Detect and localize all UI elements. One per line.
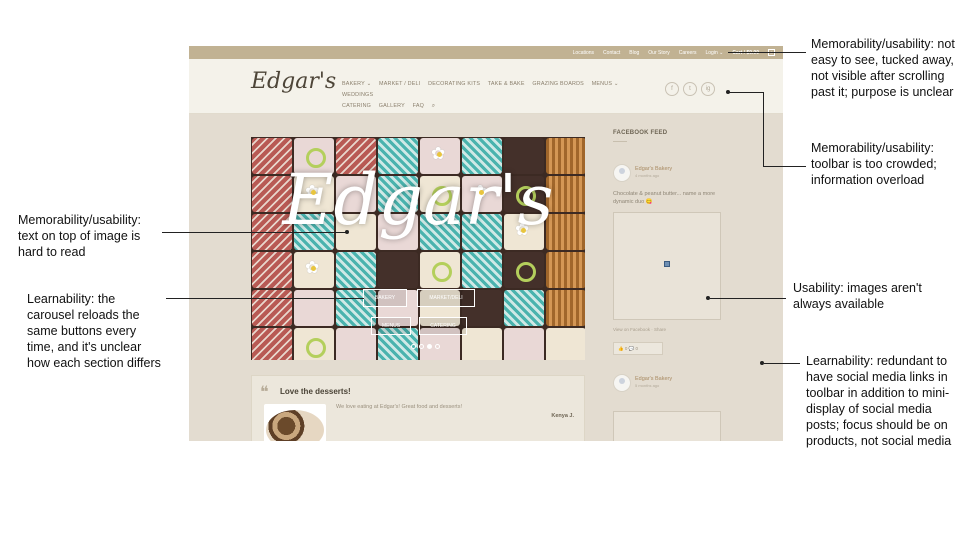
nav-item-menus[interactable]: MENUS ⌄ (592, 81, 619, 87)
topbar-link-careers[interactable]: Careers (679, 50, 697, 56)
facebook-icon[interactable]: f (665, 82, 679, 96)
post-image-placeholder (613, 212, 721, 320)
nav-item-market-deli[interactable]: MARKET / DELI (379, 81, 420, 87)
hero-carousel[interactable]: Edgar's BAKERY MARKET/DELI MENUS CATERIN… (251, 137, 585, 360)
annotation-line-topbar (728, 52, 806, 53)
main-nav: BAKERY ⌄ MARKET / DELI DECORATING KITS T… (342, 79, 662, 112)
testimonial-title: Love the desserts! (280, 387, 351, 396)
hero-script-title: Edgar's (282, 159, 554, 241)
nav-item-catering[interactable]: CATERING (342, 103, 371, 109)
testimonial-photo (264, 404, 326, 441)
nav-item-gallery[interactable]: GALLERY (379, 103, 405, 109)
carousel-dot[interactable] (419, 344, 424, 349)
carousel-dots (411, 344, 440, 349)
carousel-dot[interactable] (411, 344, 416, 349)
carousel-dot[interactable] (435, 344, 440, 349)
facebook-feed-title: FACEBOOK FEED (613, 130, 668, 136)
annotation-line-carousel (166, 298, 364, 299)
post-time: 5 months ago (635, 383, 660, 388)
hero-button-bakery[interactable]: BAKERY (363, 289, 407, 307)
annotation-line-toolbar-a (728, 92, 764, 93)
nav-item-bakery[interactable]: BAKERY ⌄ (342, 81, 371, 87)
annotation-carousel: Learnability: the carousel reloads the s… (27, 292, 161, 370)
annotation-images: Usability: images aren't always availabl… (793, 281, 922, 311)
hero-button-menus[interactable]: MENUS (371, 317, 411, 335)
site-logo[interactable]: Edgar's (251, 69, 336, 94)
annotation-toolbar: Memorability/usability: toolbar is too c… (811, 141, 937, 187)
quote-icon: ❝ (260, 382, 269, 401)
annotation-line-hero-text (162, 232, 347, 233)
search-icon[interactable]: ⌕ (432, 103, 436, 109)
annotation-line-toolbar-c (763, 166, 806, 167)
post-image-placeholder (613, 411, 721, 441)
annotation-hero-text: Memorability/usability: text on top of i… (18, 213, 141, 259)
broken-image-icon (664, 261, 670, 267)
title-divider (613, 141, 627, 142)
avatar (613, 164, 631, 182)
annotation-line-social (764, 363, 800, 364)
twitter-icon[interactable]: t (683, 82, 697, 96)
top-utility-bar: Locations Contact Blog Our Story Careers… (189, 46, 783, 59)
topbar-link-blog[interactable]: Blog (629, 50, 639, 56)
facebook-post: Edgar's Bakery 4 months ago Chocolate & … (613, 164, 723, 334)
annotation-topbar: Memorability/usability: not easy to see,… (811, 37, 955, 99)
main-header: Edgar's BAKERY ⌄ MARKET / DELI DECORATIN… (189, 59, 783, 114)
facebook-post: Edgar's Bakery 5 months ago (613, 374, 723, 441)
annotation-line-images (710, 298, 786, 299)
post-actions[interactable]: 👍 0 💬 0 (613, 342, 663, 355)
topbar-link-our-story[interactable]: Our Story (648, 50, 669, 56)
nav-item-grazing-boards[interactable]: GRAZING BOARDS (532, 81, 584, 87)
testimonial-author: Kenya J. (551, 413, 574, 419)
post-time: 4 months ago (635, 173, 660, 178)
post-message: Chocolate & peanut butter... name a more… (613, 191, 716, 205)
instagram-icon[interactable]: ig (701, 82, 715, 96)
nav-item-take-bake[interactable]: TAKE & BAKE (488, 81, 525, 87)
nav-item-weddings[interactable]: WEDDINGS (342, 92, 373, 98)
post-author[interactable]: Edgar's Bakery (635, 376, 672, 382)
social-icons: f t ig (665, 82, 715, 96)
post-links[interactable]: View on Facebook · Share (613, 327, 666, 332)
nav-item-faq[interactable]: FAQ (413, 103, 424, 109)
nav-row-1: BAKERY ⌄ MARKET / DELI DECORATING KITS T… (342, 79, 662, 101)
post-author[interactable]: Edgar's Bakery (635, 166, 672, 172)
avatar (613, 374, 631, 392)
nav-row-2: CATERING GALLERY FAQ ⌕ (342, 101, 662, 112)
topbar-link-locations[interactable]: Locations (573, 50, 594, 56)
annotation-social: Learnability: redundant to have social m… (806, 354, 952, 448)
annotation-point-hero-text (345, 230, 349, 234)
website-screenshot: Locations Contact Blog Our Story Careers… (189, 46, 783, 441)
hero-button-catering[interactable]: CATERING (419, 317, 467, 335)
annotation-line-toolbar-b (763, 92, 764, 166)
facebook-feed-sidebar: FACEBOOK FEED Edgar's Bakery 4 months ag… (613, 130, 723, 441)
testimonial-card: ❝ Love the desserts! We love eating at E… (251, 375, 585, 441)
carousel-dot-active[interactable] (427, 344, 432, 349)
nav-item-decorating-kits[interactable]: DECORATING KITS (428, 81, 480, 87)
topbar-link-contact[interactable]: Contact (603, 50, 620, 56)
topbar-link-login[interactable]: Login ⌄ (706, 50, 724, 56)
testimonial-text: We love eating at Edgar's! Great food an… (336, 404, 462, 410)
hero-button-market-deli[interactable]: MARKET/DELI (417, 289, 475, 307)
